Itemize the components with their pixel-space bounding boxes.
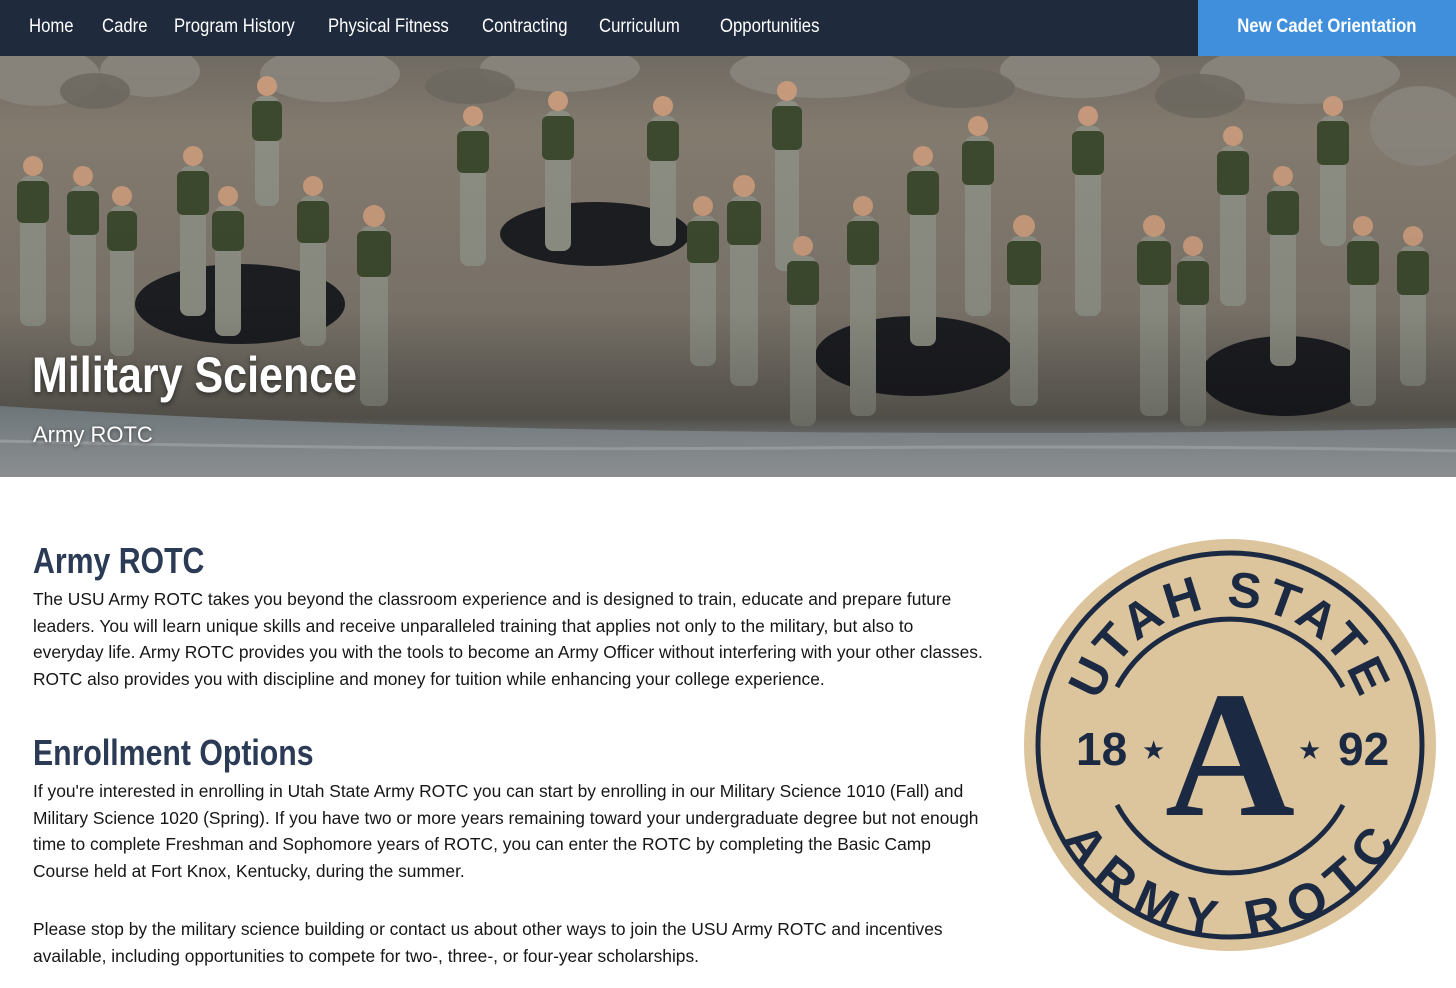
seal-year-right: 92 — [1338, 723, 1389, 775]
nav-physical-fitness[interactable]: Physical Fitness — [328, 0, 449, 56]
top-navigation: Home Cadre Program History Physical Fitn… — [0, 0, 1456, 56]
seal-year-left: 18 — [1076, 723, 1127, 775]
nav-opportunities[interactable]: Opportunities — [720, 0, 819, 56]
utah-state-army-rotc-seal: UTAH STATE ARMY ROTC A 18 92 ★ ★ — [1022, 537, 1438, 953]
hero-photo — [0, 56, 1456, 477]
army-rotc-section: Army ROTC The USU Army ROTC takes you be… — [33, 540, 983, 692]
new-cadet-orientation-label: New Cadet Orientation — [1237, 16, 1417, 37]
enrollment-paragraph: If you're interested in enrolling in Uta… — [33, 781, 979, 881]
hero-title: Military Science — [32, 347, 358, 403]
army-rotc-heading: Army ROTC — [33, 540, 205, 581]
enrollment-options-section: Enrollment Options If you're interested … — [33, 732, 983, 884]
army-rotc-paragraph: The USU Army ROTC takes you beyond the c… — [33, 589, 983, 689]
new-cadet-orientation-button[interactable]: New Cadet Orientation — [1198, 0, 1456, 56]
nav-home[interactable]: Home — [29, 0, 74, 56]
seal-star-right-icon: ★ — [1298, 736, 1321, 766]
seal-star-left-icon: ★ — [1142, 736, 1165, 766]
hero-subtitle: Army ROTC — [33, 422, 153, 447]
hero-banner: Military Science Army ROTC — [0, 56, 1456, 477]
seal-letter-a: A — [1165, 655, 1295, 854]
nav-program-history[interactable]: Program History — [174, 0, 295, 56]
contact-paragraph: Please stop by the military science buil… — [33, 919, 943, 966]
nav-contracting[interactable]: Contracting — [482, 0, 568, 56]
nav-cadre[interactable]: Cadre — [102, 0, 148, 56]
nav-curriculum[interactable]: Curriculum — [599, 0, 680, 56]
enrollment-options-heading: Enrollment Options — [33, 732, 314, 773]
